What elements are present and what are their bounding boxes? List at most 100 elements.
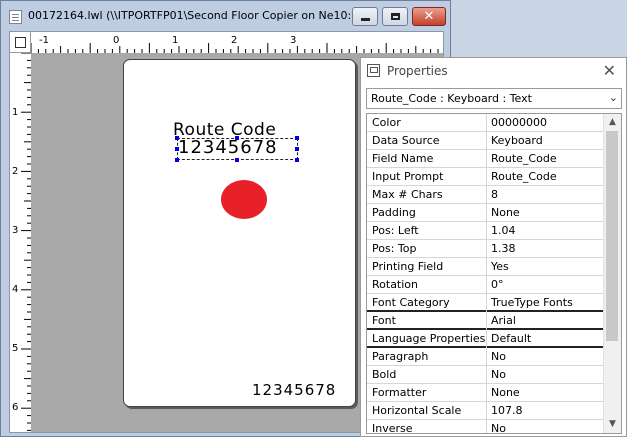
property-row[interactable]: Field Name Route_Code [367, 150, 605, 168]
column-divider [486, 276, 487, 294]
resize-handle[interactable] [235, 158, 239, 162]
bottom-number-text[interactable]: 12345678 [252, 381, 336, 399]
property-value[interactable]: TrueType Fonts [491, 296, 573, 309]
property-row[interactable]: Inverse No [367, 420, 605, 433]
column-divider [486, 114, 487, 132]
label-page[interactable]: Route Code 12345678 12345678 [123, 59, 356, 407]
property-value[interactable]: Arial [491, 314, 516, 327]
property-value[interactable]: Keyboard [491, 134, 543, 147]
property-row[interactable]: Bold No [367, 366, 605, 384]
column-divider [486, 348, 487, 366]
scroll-down-icon[interactable]: ▼ [604, 416, 621, 433]
property-row[interactable]: Language Properties Default [367, 330, 605, 348]
selected-object-text: Route_Code : Keyboard : Text [371, 92, 532, 105]
close-button[interactable]: ✕ [412, 7, 446, 26]
minimize-icon [360, 18, 370, 21]
property-value[interactable]: 1.38 [491, 242, 516, 255]
property-value[interactable]: 0° [491, 278, 504, 291]
resize-handle[interactable] [175, 136, 179, 140]
scroll-up-icon[interactable]: ▲ [604, 114, 621, 131]
column-divider [486, 366, 487, 384]
property-value[interactable]: Route_Code [491, 152, 557, 165]
v-ruler-label: 4 [12, 284, 18, 295]
property-row[interactable]: Pos: Left 1.04 [367, 222, 605, 240]
property-grid-scrollbar[interactable]: ▲ ▼ [603, 114, 621, 433]
chevron-down-icon: ⌄ [608, 91, 618, 104]
resize-handle[interactable] [295, 158, 299, 162]
close-icon: ✕ [423, 9, 435, 24]
property-row[interactable]: Pos: Top 1.38 [367, 240, 605, 258]
property-row[interactable]: Data Source Keyboard [367, 132, 605, 150]
column-divider [486, 402, 487, 420]
property-name: Formatter [372, 386, 427, 399]
property-name: Data Source [372, 134, 440, 147]
maximize-button[interactable] [382, 7, 408, 26]
h-ruler-label: 1 [172, 35, 178, 46]
document-icon [9, 10, 22, 24]
maximize-icon [390, 13, 400, 20]
column-divider [486, 204, 487, 222]
property-name: Pos: Top [372, 242, 417, 255]
resize-handle[interactable] [175, 158, 179, 162]
property-value[interactable]: Yes [491, 260, 509, 273]
properties-panel: Properties ✕ Route_Code : Keyboard : Tex… [360, 57, 627, 437]
property-name: Font [372, 314, 396, 327]
resize-handle[interactable] [235, 136, 239, 140]
property-row[interactable]: Input Prompt Route_Code [367, 168, 605, 186]
properties-title: Properties [387, 64, 448, 78]
resize-handle[interactable] [295, 136, 299, 140]
property-value[interactable]: None [491, 206, 520, 219]
column-divider [486, 222, 487, 240]
property-value[interactable]: 1.04 [491, 224, 516, 237]
route-code-field[interactable]: 12345678 [178, 137, 278, 158]
column-divider [486, 384, 487, 402]
property-row[interactable]: Font Category TrueType Fonts [367, 294, 605, 312]
property-value[interactable]: 107.8 [491, 404, 523, 417]
scrollbar-thumb[interactable] [606, 131, 618, 341]
property-value[interactable]: None [491, 386, 520, 399]
title-bar[interactable]: 00172164.lwl (\\ITPORTFP01\Second Floor … [1, 1, 450, 31]
property-row[interactable]: Horizontal Scale 107.8 [367, 402, 605, 420]
property-name: Font Category [372, 296, 450, 309]
property-name: Color [372, 116, 401, 129]
object-selector-dropdown[interactable]: Route_Code : Keyboard : Text ⌄ [366, 88, 622, 109]
property-value[interactable]: Route_Code [491, 170, 557, 183]
property-value[interactable]: 8 [491, 188, 498, 201]
column-divider [486, 150, 487, 168]
property-row[interactable]: Paragraph No [367, 348, 605, 366]
h-ruler-label: 3 [290, 35, 296, 46]
property-value[interactable]: No [491, 350, 506, 363]
property-name: Horizontal Scale [372, 404, 462, 417]
property-value[interactable]: No [491, 422, 506, 433]
vertical-ruler: 1 2 3 4 5 6 [12, 53, 31, 431]
property-name: Bold [372, 368, 397, 381]
v-ruler-label: 5 [12, 343, 18, 354]
property-row[interactable]: Formatter None [367, 384, 605, 402]
h-ruler-label: 0 [113, 35, 119, 46]
property-row[interactable]: Rotation 0° [367, 276, 605, 294]
resize-handle[interactable] [295, 147, 299, 151]
horizontal-ruler: -1 0 1 2 3 [31, 35, 439, 53]
h-ruler-label: -1 [39, 35, 49, 46]
property-value[interactable]: 00000000 [491, 116, 547, 129]
properties-title-bar[interactable]: Properties ✕ [361, 58, 626, 85]
property-row[interactable]: Padding None [367, 204, 605, 222]
property-row[interactable]: Color 00000000 [367, 114, 605, 132]
property-row[interactable]: Max # Chars 8 [367, 186, 605, 204]
property-name: Max # Chars [372, 188, 443, 201]
h-ruler-label: 2 [231, 35, 237, 46]
property-row[interactable]: Printing Field Yes [367, 258, 605, 276]
v-ruler-label: 1 [12, 107, 18, 118]
property-value[interactable]: Default [491, 332, 531, 345]
property-name: Paragraph [372, 350, 429, 363]
v-ruler-label: 2 [12, 166, 18, 177]
close-icon[interactable]: ✕ [603, 61, 616, 80]
property-name: Printing Field [372, 260, 444, 273]
red-circle-graphic[interactable] [221, 180, 267, 219]
resize-handle[interactable] [175, 147, 179, 151]
property-name: Input Prompt [372, 170, 444, 183]
minimize-button[interactable] [352, 7, 378, 26]
property-row[interactable]: Font Arial [367, 312, 605, 330]
property-value[interactable]: No [491, 368, 506, 381]
property-name: Padding [372, 206, 416, 219]
